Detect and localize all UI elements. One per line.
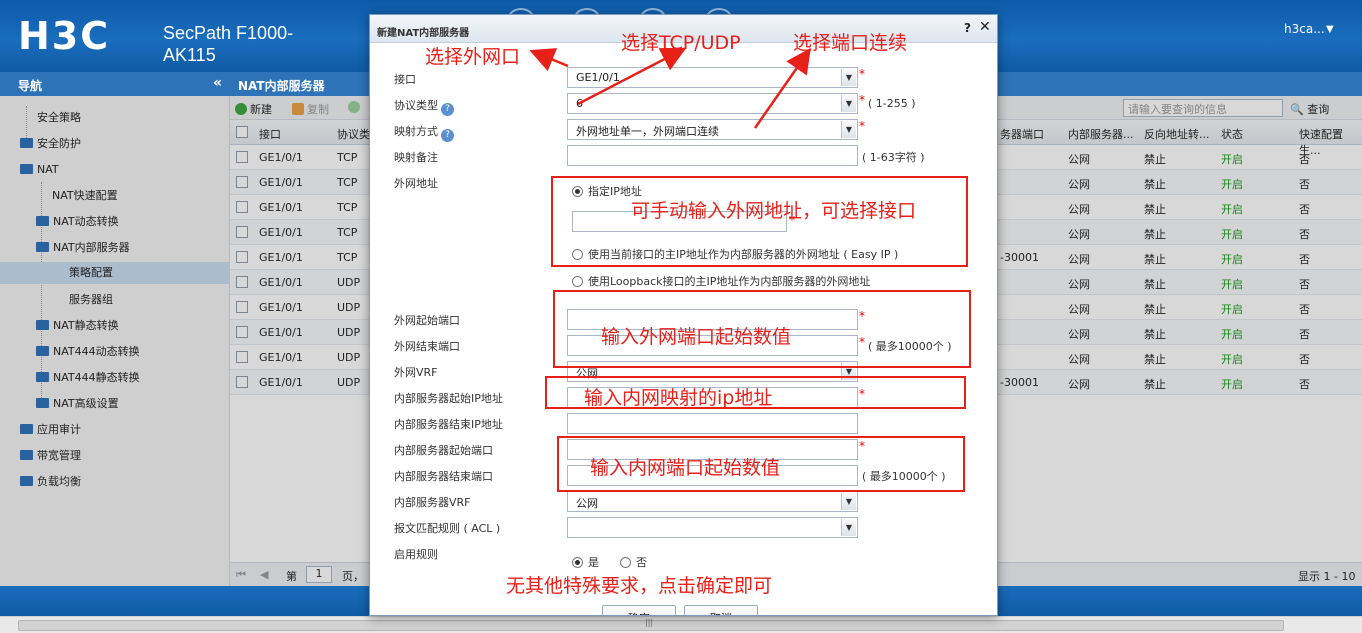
iface-label: 接口 [394, 73, 416, 86]
chevron-down-icon[interactable]: ▼ [1326, 24, 1334, 35]
ext-addr-label: 外网地址 [394, 177, 438, 190]
horizontal-scrollbar[interactable]: ||| [0, 616, 1362, 633]
int-ip-end-input[interactable] [567, 413, 858, 434]
int-vrf-select[interactable]: 公网 ▼ [567, 491, 858, 512]
cancel-button[interactable]: 取消 [684, 605, 758, 615]
grip-icon: ||| [645, 618, 654, 627]
annotation-select-proto: 选择TCP/UDP [621, 32, 741, 54]
map-label: 映射方式? [394, 123, 454, 142]
acl-label: 报文匹配规则 ( ACL ) [394, 522, 501, 535]
help-icon[interactable]: ? [441, 129, 454, 142]
help-icon[interactable]: ? [441, 103, 454, 116]
int-ip-start-label: 内部服务器起始IP地址 [394, 392, 503, 405]
product-name: SecPath F1000- AK115 [163, 23, 294, 65]
ext-start-port-label: 外网起始端口 [394, 314, 460, 327]
chevron-down-icon[interactable]: ▼ [841, 95, 856, 112]
nav-header: 导航 « [0, 72, 230, 96]
chevron-down-icon[interactable]: ▼ [841, 121, 856, 138]
chevron-down-icon[interactable]: ▼ [841, 519, 856, 536]
int-ip-end-label: 内部服务器结束IP地址 [394, 418, 503, 431]
annotation-select-port: 选择端口连续 [793, 32, 908, 54]
h3c-logo: H3C [18, 14, 111, 58]
int-vrf-label: 内部服务器VRF [394, 496, 471, 509]
annotation-int-port: 输入内网端口起始数值 [590, 457, 781, 479]
note-input[interactable] [567, 145, 858, 166]
annotation-finish: 无其他特殊要求，点击确定即可 [506, 575, 773, 597]
int-port-start-label: 内部服务器起始端口 [394, 444, 493, 457]
collapse-icon[interactable]: « [213, 75, 222, 91]
annotation-select-iface: 选择外网口 [425, 46, 521, 68]
ext-end-port-label: 外网结束端口 [394, 340, 460, 353]
chevron-down-icon[interactable]: ▼ [841, 69, 856, 86]
chevron-down-icon[interactable]: ▼ [841, 493, 856, 510]
annotation-ext-port: 输入外网端口起始数值 [601, 326, 792, 348]
radio-enable-yes[interactable]: 是 [572, 554, 599, 570]
enable-label: 启用规则 [394, 548, 438, 561]
annotation-int-ip: 输入内网映射的ip地址 [584, 387, 773, 409]
proto-label: 协议类型? [394, 97, 454, 116]
help-icon[interactable]: ? [964, 21, 971, 35]
ok-button[interactable]: 确定 [602, 605, 676, 615]
radio-loopback[interactable]: 使用Loopback接口的主IP地址作为内部服务器的外网地址 [572, 273, 870, 289]
note-label: 映射备注 [394, 151, 438, 164]
annotation-manual-ext: 可手动输入外网地址，可选择接口 [631, 200, 917, 222]
iface-select[interactable]: GE1/0/1 ▼ [567, 67, 858, 88]
map-mode-select[interactable]: 外网地址单一，外网端口连续 ▼ [567, 119, 858, 140]
int-port-end-label: 内部服务器结束端口 [394, 470, 493, 483]
dialog-title: 新建NAT内部服务器 [377, 28, 470, 39]
radio-enable-no[interactable]: 否 [620, 554, 647, 570]
close-icon[interactable]: ✕ [979, 19, 991, 35]
acl-select[interactable]: ▼ [567, 517, 858, 538]
proto-select[interactable]: 6 ▼ [567, 93, 858, 114]
user-menu[interactable]: h3ca... [1284, 22, 1325, 36]
ext-vrf-label: 外网VRF [394, 366, 438, 379]
